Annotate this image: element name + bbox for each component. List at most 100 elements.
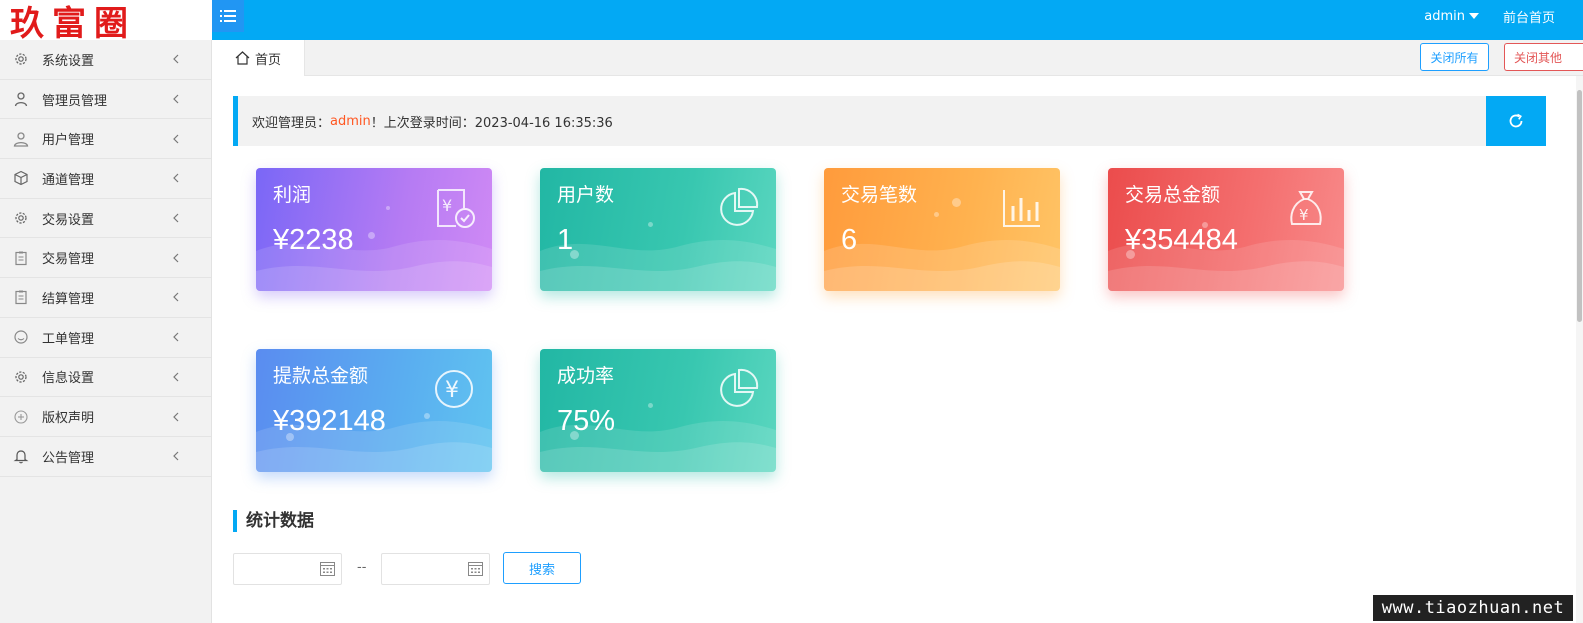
sidebar-item-ticket-management[interactable]: 工单管理 [0, 318, 211, 358]
sidebar-item-label: 系统设置 [42, 53, 95, 69]
sidebar-item-system-settings[interactable]: 系统设置 [0, 40, 211, 80]
close-other-tabs-button[interactable]: 关闭其他 [1504, 43, 1583, 71]
card-bubble-decoration [424, 413, 430, 419]
chevron-left-icon [171, 412, 181, 422]
refresh-icon [1509, 113, 1523, 128]
sidebar-item-label: 交易设置 [42, 212, 95, 228]
welcome-bar: 欢迎管理员： admin ！上次登录时间：2023-04-16 16:35:36 [233, 96, 1546, 146]
card-value: ¥392148 [273, 405, 386, 437]
stat-card-withdrawal-amount: 提款总金额 ¥392148 ¥ [256, 349, 492, 472]
tab-home[interactable]: 首页 [212, 40, 305, 76]
card-bubble-decoration [368, 232, 375, 239]
money-bag-icon: ¥ [1290, 191, 1322, 225]
svg-text:¥: ¥ [442, 196, 452, 215]
clipboard-icon [12, 288, 30, 306]
logo-text: 玖富圈 [10, 4, 136, 40]
chevron-left-icon [171, 372, 181, 382]
scrollbar-thumb[interactable] [1577, 90, 1582, 322]
user-menu[interactable]: admin [1424, 9, 1479, 24]
sidebar-item-settlement-management[interactable]: 结算管理 [0, 278, 211, 318]
chevron-left-icon [171, 332, 181, 342]
card-value: 75% [557, 405, 616, 437]
sidebar-item-label: 结算管理 [42, 291, 95, 307]
gear-icon [12, 209, 30, 227]
welcome-username: admin [330, 113, 371, 129]
pie-chart-icon [720, 368, 759, 407]
card-bubble-decoration [648, 222, 653, 227]
welcome-prefix: 欢迎管理员： [252, 115, 331, 131]
sidebar-item-trade-settings[interactable]: 交易设置 [0, 199, 211, 239]
sidebar-item-label: 信息设置 [42, 371, 95, 387]
card-bubble-decoration [934, 212, 939, 217]
sidebar-item-channel-management[interactable]: 通道管理 [0, 159, 211, 199]
stat-card-success-rate: 成功率 75% [540, 349, 776, 472]
sidebar-item-label: 工单管理 [42, 331, 95, 347]
chevron-left-icon [171, 213, 181, 223]
content-scrollbar[interactable] [1576, 76, 1583, 623]
chevron-left-icon [171, 292, 181, 302]
logo[interactable]: 玖富圈 [0, 0, 212, 40]
yen-circle-icon: ¥ [435, 370, 473, 408]
card-title: 交易总金额 [1125, 184, 1221, 206]
tab-home-label: 首页 [254, 52, 281, 68]
tab-bar: 首页 关闭所有 关闭其他 [212, 40, 1583, 76]
chevron-left-icon [171, 54, 181, 64]
stat-card-profit: 利润 ¥2238 ¥ [256, 168, 492, 291]
sidebar-item-label: 管理员管理 [42, 93, 108, 109]
search-button[interactable]: 搜索 [503, 552, 581, 584]
calendar-icon [468, 562, 483, 576]
start-date-picker[interactable] [233, 553, 342, 585]
close-all-tabs-button[interactable]: 关闭所有 [1420, 43, 1489, 71]
home-icon [235, 51, 250, 65]
hamburger-icon [220, 10, 236, 22]
calendar-icon [320, 562, 335, 576]
clipboard-icon [12, 249, 30, 267]
sidebar-item-announcement-management[interactable]: 公告管理 [0, 437, 211, 477]
welcome-last-login: ！上次登录时间：2023-04-16 16:35:36 [370, 115, 613, 131]
chevron-left-icon [171, 253, 181, 263]
chevron-left-icon [171, 451, 181, 461]
sidebar-item-label: 用户管理 [42, 133, 95, 149]
date-range-separator: -- [357, 560, 367, 575]
card-title: 成功率 [557, 365, 615, 387]
stat-card-transaction-amount: 交易总金额 ¥354484 ¥ [1108, 168, 1344, 291]
sidebar-item-admin-management[interactable]: 管理员管理 [0, 80, 211, 120]
caret-down-icon [1468, 13, 1479, 19]
sidebar: 系统设置 管理员管理 用户管理 通道管理 交易设置 交易管理 结算管理 工单管理… [0, 40, 212, 623]
stat-card-users: 用户数 1 [540, 168, 776, 291]
menu-toggle-button[interactable] [212, 0, 244, 32]
card-title: 利润 [273, 184, 312, 206]
sidebar-item-label: 通道管理 [42, 172, 95, 188]
svg-text:¥: ¥ [445, 378, 459, 403]
card-value: ¥354484 [1125, 224, 1238, 256]
pie-chart-icon [720, 187, 759, 226]
sidebar-item-info-settings[interactable]: 信息设置 [0, 358, 211, 398]
card-title: 提款总金额 [273, 365, 369, 387]
cube-icon [12, 169, 30, 187]
card-wave-decoration [824, 239, 1060, 291]
bar-chart-icon [1003, 190, 1040, 227]
receipt-check-icon: ¥ [437, 189, 475, 228]
card-value: 1 [557, 224, 574, 256]
sidebar-item-label: 版权声明 [42, 411, 95, 427]
user-icon [12, 90, 30, 108]
sidebar-item-label: 公告管理 [42, 450, 95, 466]
face-icon [12, 328, 30, 346]
card-title: 用户数 [557, 184, 615, 206]
card-title: 交易笔数 [841, 184, 918, 206]
end-date-picker[interactable] [381, 553, 490, 585]
card-value: ¥2238 [273, 224, 354, 256]
header-right: admin 前台首页 [1424, 0, 1583, 32]
sidebar-item-label: 交易管理 [42, 252, 95, 268]
site-watermark: www.tiaozhuan.net [1373, 595, 1573, 621]
sidebar-item-user-management[interactable]: 用户管理 [0, 119, 211, 160]
plus-circle-icon [12, 408, 30, 426]
card-bubble-decoration [952, 198, 961, 207]
svg-text:¥: ¥ [1299, 206, 1309, 224]
front-home-link[interactable]: 前台首页 [1503, 7, 1555, 26]
refresh-button[interactable] [1486, 96, 1546, 146]
sidebar-item-trade-management[interactable]: 交易管理 [0, 238, 211, 279]
sidebar-item-copyright[interactable]: 版权声明 [0, 397, 211, 437]
users-icon [12, 130, 30, 148]
chevron-left-icon [171, 134, 181, 144]
